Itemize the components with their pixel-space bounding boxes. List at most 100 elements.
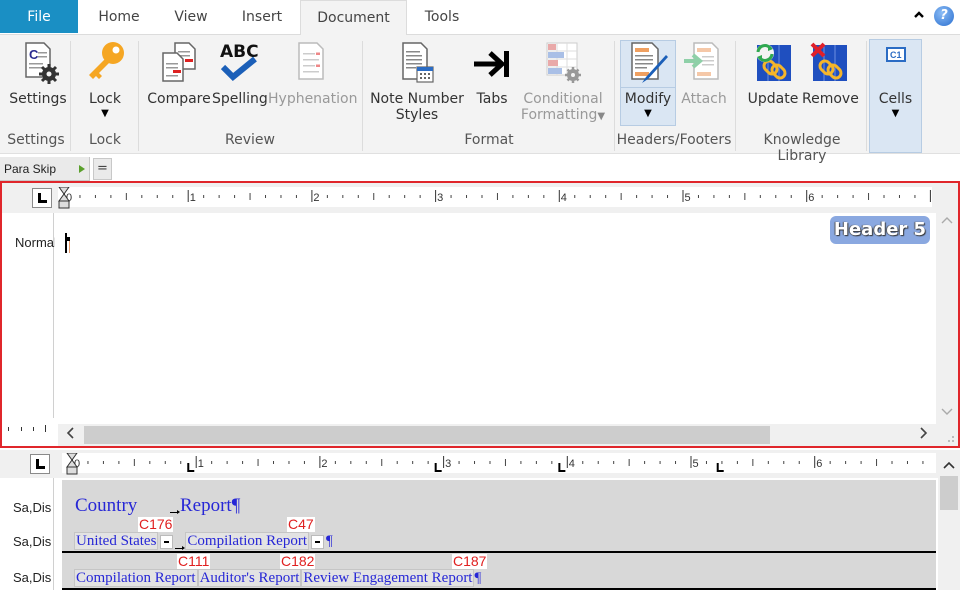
ruler-tick [242, 461, 244, 464]
pilcrow-mark: ¶ [231, 495, 241, 516]
field-auditors-report[interactable]: Auditor's Report [197, 569, 302, 587]
scroll-left-arrow-icon[interactable] [62, 427, 78, 444]
conditional-formatting-icon [541, 39, 585, 85]
style-name-column: Sa,Dis Sa,Dis Sa,Dis [0, 478, 54, 590]
pilcrow-mark: ¶ [474, 570, 482, 586]
ruler-tick [551, 461, 553, 464]
collapse-ribbon-button[interactable] [912, 9, 926, 23]
heading-country: Country [75, 495, 138, 516]
scroll-down-arrow-icon[interactable] [939, 405, 955, 421]
ruler-tick [914, 195, 916, 198]
tabs-button[interactable]: Tabs [468, 39, 516, 107]
tab-insert[interactable]: Insert [228, 0, 296, 34]
ruler-label: 3 [445, 458, 451, 470]
ruler-tick [744, 193, 746, 200]
ruler-tick [172, 195, 174, 198]
note-number-styles-icon [395, 39, 439, 85]
body-ruler-strip[interactable]: 01234567 [62, 453, 936, 475]
ruler-inch-mark [814, 456, 816, 468]
group-label-format: Format [464, 132, 514, 148]
ruler-tick [821, 195, 823, 198]
update-label: Update [747, 91, 799, 107]
ruler-tick [427, 461, 429, 464]
ruler-tick [334, 461, 336, 464]
header-ruler-strip[interactable]: 01234567 [58, 187, 932, 209]
ruler-tick [458, 461, 460, 464]
dropdown-caret-icon: ▼ [597, 111, 606, 122]
tab-mark-icon [170, 510, 180, 514]
field-value: Compilation Report [187, 533, 307, 549]
ruler-inch-mark [435, 190, 437, 202]
field-review-engagement-report[interactable]: Review Engagement Report [301, 569, 475, 587]
doc-line-fields: United States Compilation Report ¶ [74, 532, 333, 550]
conditional-formatting-button[interactable]: Conditional Formatting▼ [518, 39, 608, 125]
document-body-pane: 01234567 Sa,Dis Sa,Dis Sa,Dis Country Re… [0, 450, 960, 590]
ruler-tick [326, 195, 328, 198]
ruler-tick [798, 461, 800, 464]
ruler-inch-mark [690, 456, 692, 468]
tab-stop-marker-icon[interactable] [716, 463, 724, 472]
compare-button[interactable]: Compare [147, 39, 211, 107]
vertical-scroll-thumb[interactable] [940, 476, 958, 510]
tab-view[interactable]: View [160, 0, 222, 34]
field-compilation-report[interactable]: Compilation Report [74, 569, 198, 587]
text-cursor-pilcrow-icon [65, 233, 70, 253]
ruler-tick [752, 459, 754, 466]
conditional-formatting-line2-text: Formatting [520, 107, 598, 123]
resize-grip-icon[interactable] [936, 424, 958, 446]
field-dropdown-arrow-icon[interactable] [160, 534, 174, 549]
tab-stop-type-button[interactable] [32, 188, 52, 208]
ruler-tick [381, 459, 383, 466]
settings-button[interactable]: C Settings [8, 39, 68, 107]
tab-stop-marker-icon[interactable] [187, 463, 195, 472]
dropdown-field-country[interactable]: United States [74, 532, 159, 550]
tab-stop-marker-icon[interactable] [434, 463, 442, 472]
body-vertical-scrollbar[interactable] [938, 450, 960, 590]
tab-home[interactable]: Home [84, 0, 154, 34]
field-dropdown-arrow-icon[interactable] [310, 534, 324, 549]
header-vertical-scrollbar[interactable] [936, 183, 958, 424]
scroll-up-arrow-icon[interactable] [939, 213, 955, 229]
ruler-tick [845, 461, 847, 464]
tab-stop-type-button[interactable] [30, 454, 50, 474]
ruler-tick [783, 461, 785, 464]
remove-button[interactable]: Remove [802, 39, 859, 107]
style-name: Sa,Dis [13, 534, 52, 549]
modify-button[interactable]: Modify ▼ [620, 39, 676, 121]
dropdown-field-report-type[interactable]: Compilation Report [185, 532, 309, 550]
ruler-tick [141, 195, 143, 198]
ruler-tick [365, 461, 367, 464]
ruler-tick [373, 193, 375, 200]
abc-check-icon: ABC [217, 39, 261, 85]
lock-button[interactable]: Lock ▼ [76, 39, 134, 121]
scroll-up-arrow-icon[interactable] [941, 458, 957, 474]
para-skip-button[interactable]: Para Skip [0, 157, 90, 181]
attach-button[interactable]: Attach [678, 39, 730, 107]
scroll-right-arrow-icon[interactable] [916, 427, 932, 444]
cells-button[interactable]: C1 Cells ▼ [869, 39, 922, 121]
ruler-tick [767, 461, 769, 464]
tab-document[interactable]: Document [300, 0, 407, 35]
ruler-tick [574, 195, 576, 198]
ruler-tick [736, 461, 738, 464]
modify-label: Modify [624, 91, 672, 107]
tab-stop-marker-icon[interactable] [558, 463, 566, 472]
ruler-tick [527, 195, 529, 198]
help-button[interactable]: ? [934, 6, 954, 26]
hyphenation-button[interactable]: Hyphenation [268, 39, 357, 107]
field-value: United States [76, 533, 157, 549]
ruler-tick [543, 195, 545, 198]
tab-tools[interactable]: Tools [412, 0, 472, 34]
note-number-label-line1: Note Number [370, 91, 464, 107]
tab-file[interactable]: File [0, 0, 78, 33]
ruler-label: 5 [693, 458, 699, 470]
header-horizontal-scrollbar[interactable] [58, 424, 936, 446]
group-label-settings: Settings [7, 132, 65, 148]
note-number-styles-button[interactable]: Note Number Styles [370, 39, 464, 123]
modify-dropdown-caret-icon: ▼ [644, 108, 652, 119]
spelling-button[interactable]: ABC Spelling [212, 39, 268, 107]
horizontal-scroll-thumb[interactable] [84, 426, 770, 444]
equals-button[interactable]: = [93, 158, 112, 180]
group-label-knowledge-library: Knowledge Library [763, 132, 841, 164]
update-button[interactable]: Update [746, 39, 800, 107]
